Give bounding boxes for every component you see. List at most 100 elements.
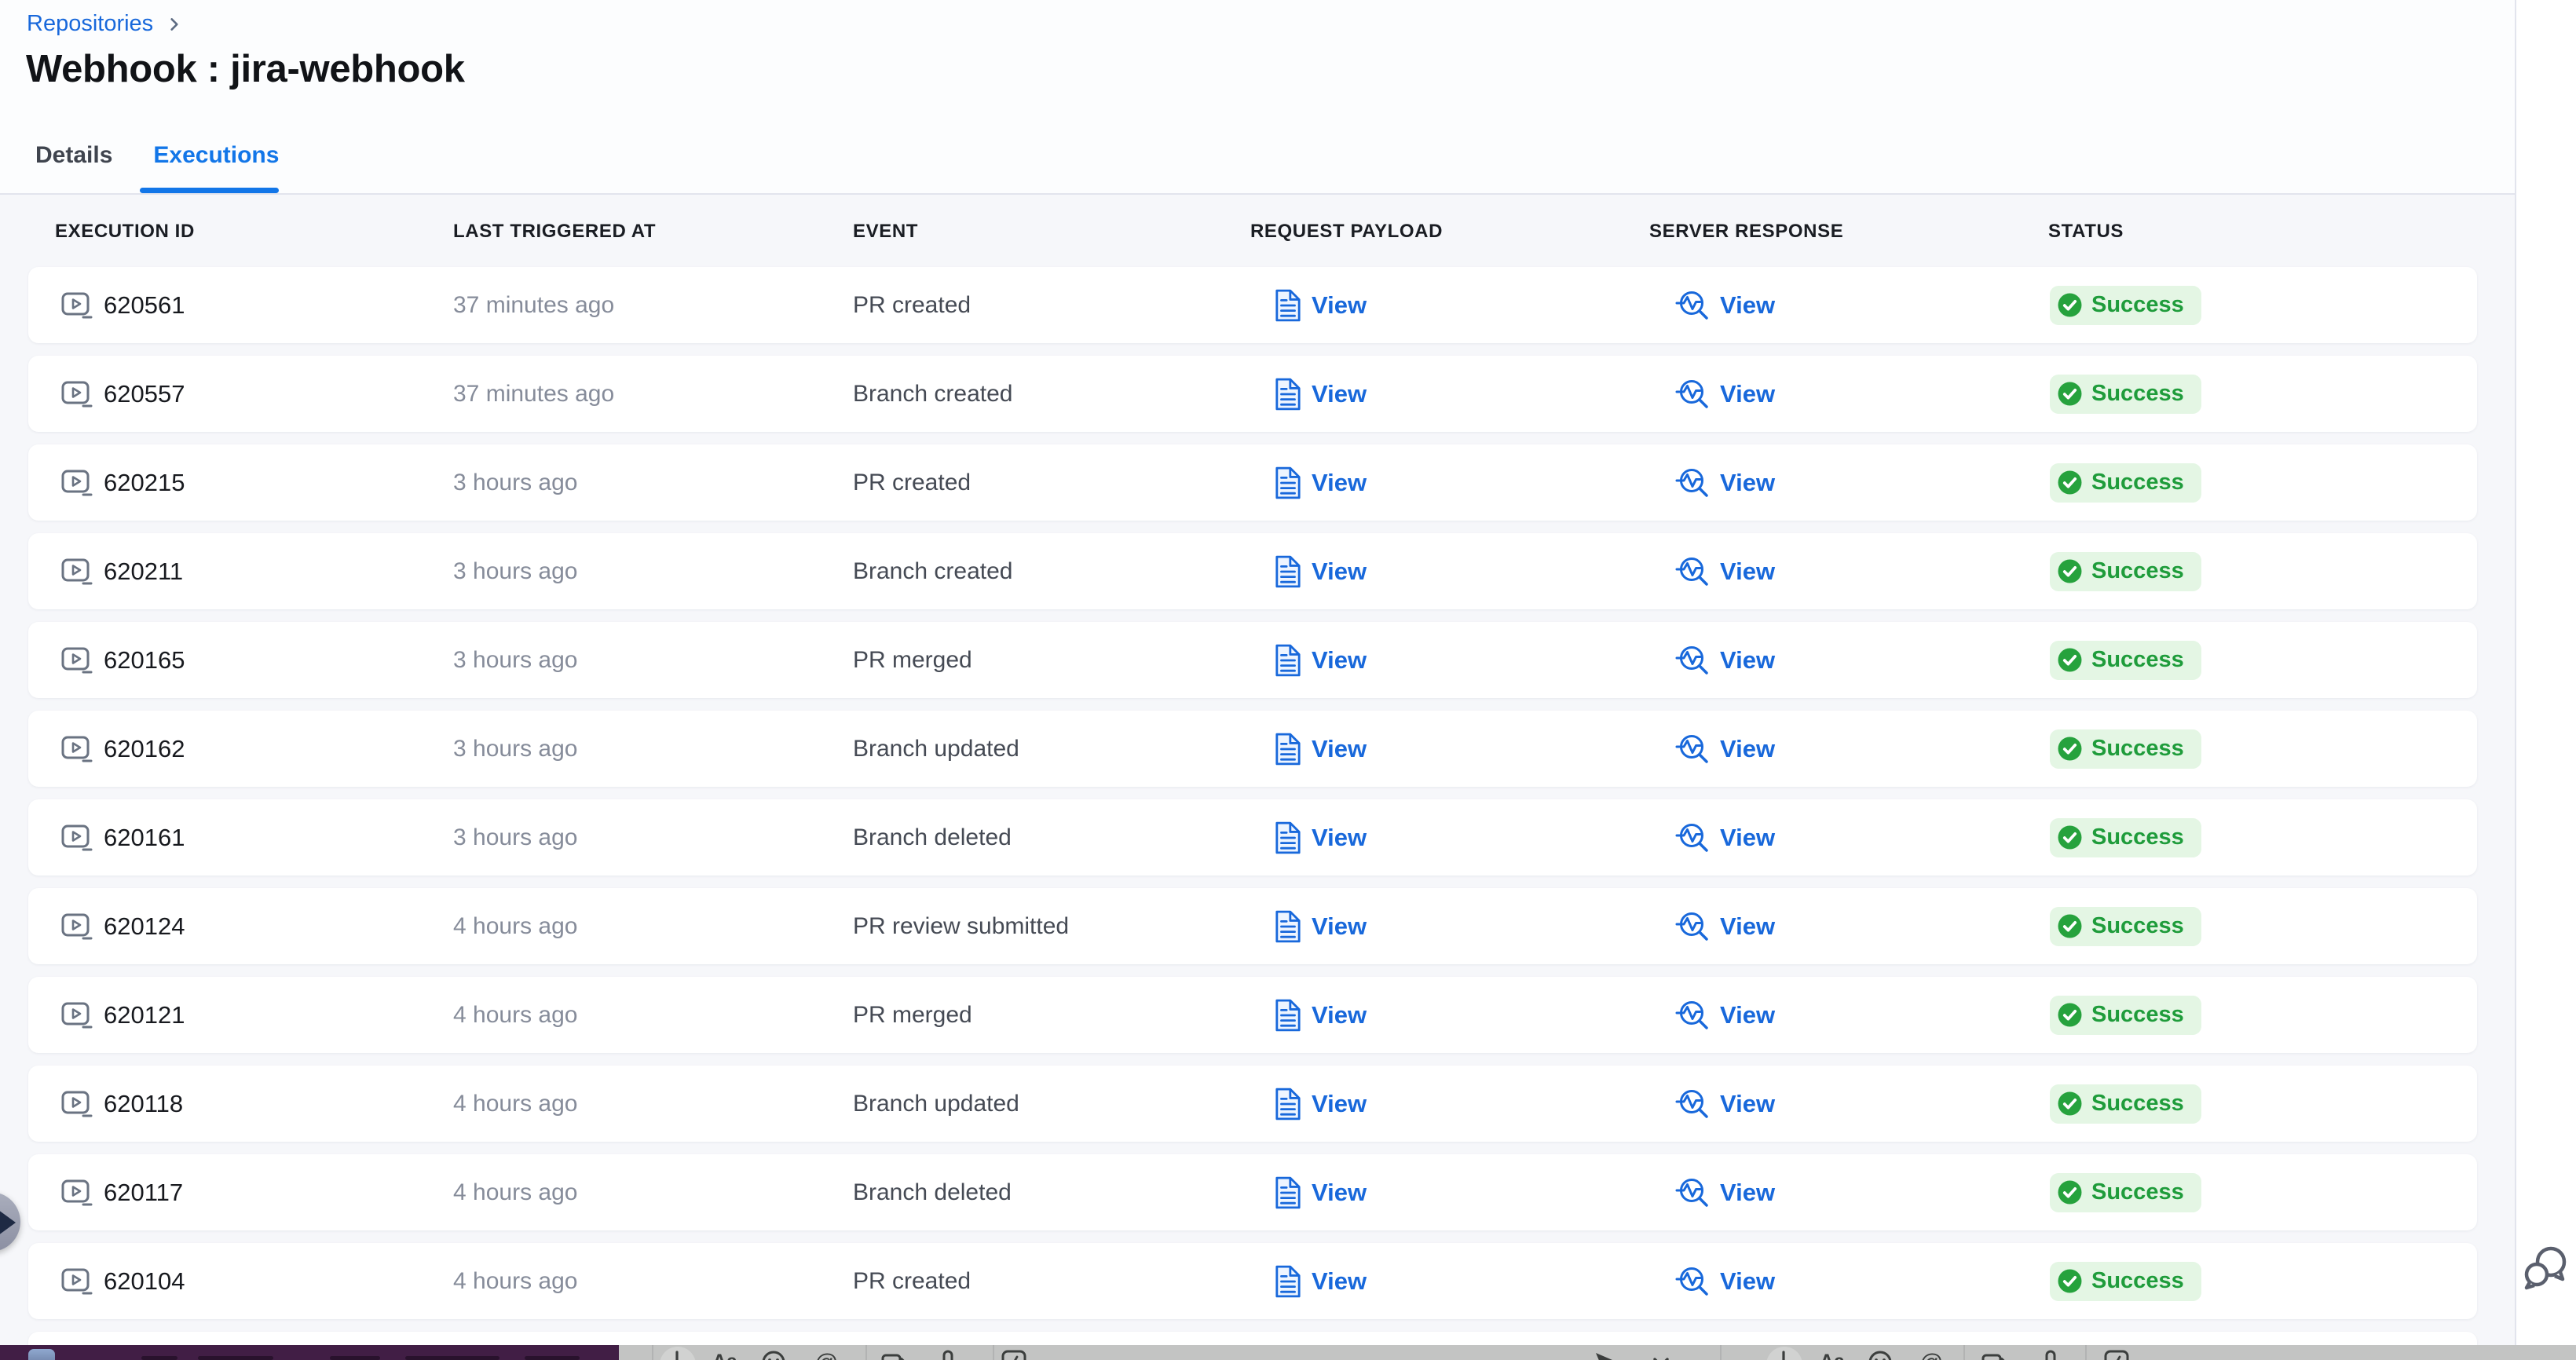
server-response-view-link[interactable]: View (1675, 1175, 1775, 1210)
check-circle-icon (2058, 559, 2082, 583)
request-payload-view-link[interactable]: View (1275, 288, 1367, 323)
last-triggered-at: 4 hours ago (453, 1091, 577, 1117)
execution-id: 620117 (104, 1179, 183, 1207)
last-triggered-at: 4 hours ago (453, 1002, 577, 1029)
request-payload-view-link[interactable]: View (1275, 554, 1367, 589)
execution-icon (61, 1179, 93, 1206)
cutoff-text (330, 1356, 380, 1360)
chevron-down-icon[interactable] (1647, 1348, 1675, 1360)
svg-text:Aa: Aa (712, 1351, 738, 1360)
execution-icon (61, 913, 93, 940)
pulse-search-icon (1675, 1264, 1710, 1299)
document-icon (1275, 732, 1301, 766)
mic-icon[interactable] (2036, 1348, 2065, 1360)
status-label: Success (2091, 1091, 2184, 1117)
svg-text:@: @ (814, 1350, 838, 1360)
request-payload-view-link[interactable]: View (1275, 377, 1367, 411)
status-badge: Success (2050, 463, 2201, 503)
view-link-label: View (1720, 735, 1775, 763)
execution-id-cell: 620104 (61, 1267, 185, 1296)
clip-icon[interactable] (880, 1348, 908, 1360)
cutoff-text (198, 1356, 273, 1360)
slash-shortcut-icon[interactable] (1000, 1348, 1028, 1360)
execution-icon (61, 1091, 93, 1117)
request-payload-view-link[interactable]: View (1275, 1087, 1367, 1121)
server-response-view-link[interactable]: View (1675, 288, 1775, 323)
request-payload-view-link[interactable]: View (1275, 1175, 1367, 1210)
pulse-search-icon (1675, 377, 1710, 411)
server-response-view-link[interactable]: View (1675, 377, 1775, 411)
execution-id-cell: 620161 (61, 824, 185, 852)
event-label: Branch deleted (853, 824, 1012, 851)
event-label: Branch updated (853, 1091, 1019, 1117)
request-payload-view-link[interactable]: View (1275, 821, 1367, 855)
webhook-executions-page: Repositories Webhook : jira-webhook Deta… (0, 0, 2576, 1360)
text-style-icon[interactable]: Aa (1817, 1348, 1846, 1360)
table-row: 620117 4 hours ago Branch deleted View V… (28, 1154, 2477, 1230)
mic-icon[interactable] (934, 1348, 962, 1360)
request-payload-view-link[interactable]: View (1275, 643, 1367, 678)
request-payload-view-link[interactable]: View (1275, 1264, 1367, 1299)
server-response-view-link[interactable]: View (1675, 821, 1775, 855)
send-icon[interactable] (1593, 1348, 1621, 1360)
last-triggered-at: 3 hours ago (453, 558, 577, 585)
request-payload-view-link[interactable]: View (1275, 466, 1367, 500)
svg-text:@: @ (1919, 1350, 1943, 1360)
event-label: PR merged (853, 647, 972, 674)
status-badge: Success (2050, 818, 2201, 857)
status-badge: Success (2050, 996, 2201, 1035)
server-response-view-link[interactable]: View (1675, 1264, 1775, 1299)
event-label: PR merged (853, 1002, 972, 1029)
status-label: Success (2091, 824, 2184, 850)
event-label: Branch updated (853, 736, 1019, 762)
page-title: Webhook : jira-webhook (26, 47, 465, 91)
event-label: Branch created (853, 558, 1012, 585)
request-payload-view-link[interactable]: View (1275, 909, 1367, 944)
mention-icon[interactable]: @ (812, 1348, 840, 1360)
status-label: Success (2091, 558, 2184, 584)
document-icon (1275, 1087, 1301, 1121)
check-circle-icon (2058, 382, 2082, 406)
mention-icon[interactable]: @ (1917, 1348, 1945, 1360)
tab-details[interactable]: Details (35, 141, 112, 170)
table-row: 620215 3 hours ago PR created View View (28, 444, 2477, 521)
view-link-label: View (1312, 735, 1367, 763)
view-link-label: View (1720, 469, 1775, 497)
emoji-icon[interactable] (1866, 1348, 1894, 1360)
chat-bubbles-icon[interactable] (2523, 1242, 2570, 1292)
text-style-icon[interactable]: Aa (710, 1348, 738, 1360)
document-icon (1275, 1264, 1301, 1299)
server-response-view-link[interactable]: View (1675, 998, 1775, 1033)
server-response-view-link[interactable]: View (1675, 466, 1775, 500)
tab-bar: Details Executions (35, 141, 279, 170)
tab-executions[interactable]: Executions (153, 141, 279, 170)
last-triggered-at: 3 hours ago (453, 824, 577, 851)
pulse-search-icon (1675, 998, 1710, 1033)
pulse-search-icon (1675, 643, 1710, 678)
event-label: Branch created (853, 381, 1012, 408)
pulse-search-icon (1675, 1175, 1710, 1210)
view-link-label: View (1720, 912, 1775, 941)
right-gutter-panel (2515, 0, 2576, 1360)
request-payload-view-link[interactable]: View (1275, 998, 1367, 1033)
table-row: 620561 37 minutes ago PR created View Vi… (28, 267, 2477, 343)
request-payload-view-link[interactable]: View (1275, 732, 1367, 766)
server-response-view-link[interactable]: View (1675, 1087, 1775, 1121)
server-response-view-link[interactable]: View (1675, 554, 1775, 589)
server-response-view-link[interactable]: View (1675, 643, 1775, 678)
execution-id-cell: 620165 (61, 646, 185, 675)
status-label: Success (2091, 913, 2184, 939)
server-response-view-link[interactable]: View (1675, 909, 1775, 944)
chat-app-bar (0, 1345, 619, 1360)
server-response-view-link[interactable]: View (1675, 732, 1775, 766)
pulse-search-icon (1675, 909, 1710, 944)
column-header-event: EVENT (853, 221, 918, 243)
plus-icon[interactable] (663, 1348, 691, 1360)
table-row: 620121 4 hours ago PR merged View View (28, 977, 2477, 1053)
plus-icon[interactable] (1769, 1348, 1798, 1360)
breadcrumb-link-repositories[interactable]: Repositories (27, 11, 153, 37)
slash-shortcut-icon[interactable] (2102, 1348, 2131, 1360)
clip-icon[interactable] (1980, 1348, 2008, 1360)
emoji-icon[interactable] (759, 1348, 788, 1360)
avatar (28, 1349, 55, 1360)
